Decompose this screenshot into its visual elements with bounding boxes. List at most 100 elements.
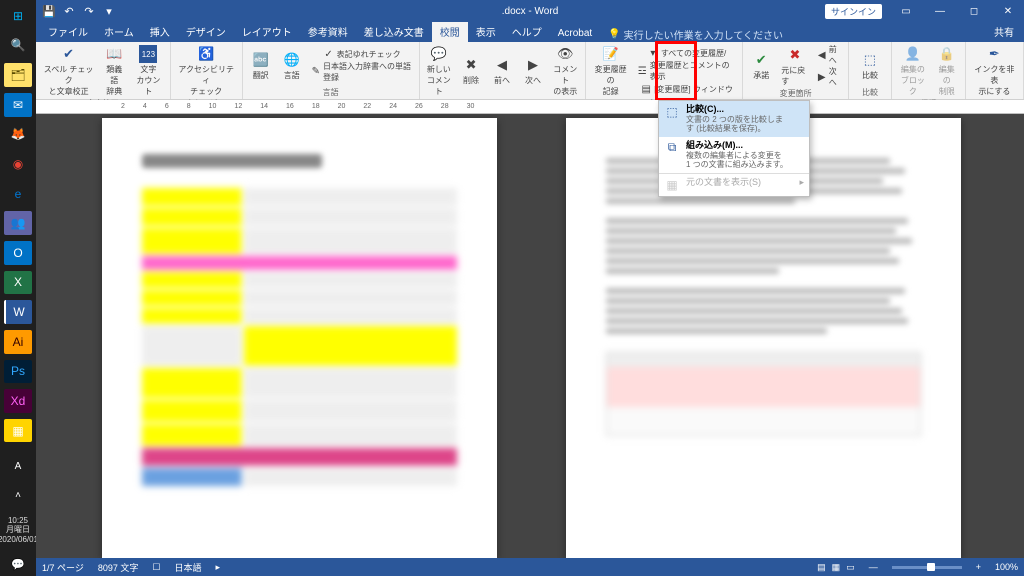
compare-icon: ⬚ [861, 51, 879, 69]
ribbon-options-icon[interactable]: ▭ [890, 0, 922, 22]
mail-icon[interactable]: ✉ [4, 93, 32, 117]
zoom-slider[interactable] [892, 566, 962, 569]
close-icon[interactable]: ✕ [992, 0, 1024, 22]
accessibility-button[interactable]: ♿アクセシビリティ チェック [175, 44, 238, 98]
lock-icon: 🔒 [938, 45, 956, 63]
maximize-icon[interactable]: ◻ [958, 0, 990, 22]
thesaurus-button[interactable]: 📖類義語 辞典 [100, 44, 128, 98]
start-icon[interactable]: ⊞ [4, 4, 32, 28]
firefox-icon[interactable]: 🦊 [4, 123, 32, 147]
spellcheck-button[interactable]: ✔スペル チェック と文章校正 [40, 44, 97, 98]
notifications-icon[interactable]: 💬 [4, 552, 32, 576]
tab-mailings[interactable]: 差し込み文書 [356, 21, 432, 42]
view-buttons: ▤ ▦ ▭ [817, 562, 855, 573]
hide-ink-button[interactable]: ✒インクを非表 示にする [970, 44, 1019, 98]
next-change-icon: ▶ [817, 71, 827, 83]
notation-check-button[interactable]: ✓表記ゆれチェック [309, 49, 415, 61]
thesaurus-icon: 📖 [105, 45, 123, 63]
group-compare-label: 比較 [853, 87, 887, 99]
next-comment-button[interactable]: ▶次へ [519, 44, 547, 98]
tab-insert[interactable]: 挿入 [142, 21, 178, 42]
track-changes-button[interactable]: 📝変更履歴の 記録 [590, 44, 632, 98]
show-markup-button[interactable]: ☲変更履歴とコメントの表示 [635, 60, 738, 82]
zoom-level[interactable]: 100% [995, 562, 1018, 572]
excel-icon[interactable]: X [4, 271, 32, 295]
page-1 [102, 118, 497, 558]
ime-register-button[interactable]: ✎日本語入力辞書への単語登録 [309, 61, 415, 83]
search-icon[interactable]: 🔍 [4, 34, 32, 58]
edge-icon[interactable]: e [4, 182, 32, 206]
block-authors-button[interactable]: 👤編集の ブロック [896, 44, 930, 98]
tray-up-icon[interactable]: ˄ [4, 484, 32, 508]
clock[interactable]: 10:25 月曜日 2020/06/01 [0, 514, 38, 547]
read-mode-icon[interactable]: ▤ [817, 562, 826, 573]
windows-taskbar: ⊞ 🔍 🗂 ✉ 🦊 ◉ e 👥 O X W Ai Ps Xd ▦ A ˄ 10:… [0, 0, 36, 576]
chrome-icon[interactable]: ◉ [4, 152, 32, 176]
show-comments-button[interactable]: 👁コメント の表示 [550, 44, 580, 98]
ruler[interactable]: 24681012141618202224262830 [36, 100, 1024, 114]
document-canvas[interactable] [36, 114, 1024, 558]
prev-change-icon: ◀ [817, 49, 827, 61]
photoshop-icon[interactable]: Ps [4, 360, 32, 384]
reject-icon: ✖ [786, 46, 804, 64]
tab-acrobat[interactable]: Acrobat [550, 25, 600, 42]
word-window: 💾 ↶ ↷ ▾ .docx - Word サインイン ▭ — ◻ ✕ ファイル … [36, 0, 1024, 576]
tab-review[interactable]: 校閲 [432, 21, 468, 42]
ime-icon[interactable]: A [4, 454, 32, 478]
zoom-out-icon[interactable]: — [869, 562, 878, 572]
save-icon[interactable]: 💾 [42, 4, 56, 18]
outlook-icon[interactable]: O [4, 241, 32, 265]
macro-icon[interactable]: ▸ [215, 562, 220, 573]
accept-button[interactable]: ✔承諾 [747, 44, 775, 88]
delete-comment-button[interactable]: ✖削除 [457, 44, 485, 98]
reject-button[interactable]: ✖元に戻す [778, 44, 812, 88]
signin-button[interactable]: サインイン [825, 4, 882, 19]
prev-icon: ◀ [493, 56, 511, 74]
proof-icon[interactable]: ☐ [152, 562, 160, 573]
compare-menu-item[interactable]: ⬚ 比較(C)...文書の 2 つの版を比較します (比較結果を保存)。 [659, 101, 809, 137]
statusbar: 1/7 ページ 8097 文字 ☐ 日本語 ▸ ▤ ▦ ▭ — + 100% [36, 558, 1024, 576]
tab-help[interactable]: ヘルプ [504, 21, 550, 42]
combine-menu-item[interactable]: ⧉ 組み込み(M)...複数の編集者による変更を1 つの文書に組み込みます。 [659, 137, 809, 173]
tab-view[interactable]: 表示 [468, 21, 504, 42]
tab-file[interactable]: ファイル [40, 21, 96, 42]
web-layout-icon[interactable]: ▭ [846, 562, 855, 573]
tell-me[interactable]: 💡実行したい作業を入力してください [608, 27, 783, 42]
compare-button[interactable]: ⬚比較 [853, 44, 887, 87]
tab-home[interactable]: ホーム [96, 21, 142, 42]
illustrator-icon[interactable]: Ai [4, 330, 32, 354]
prev-change-button[interactable]: ◀前へ [815, 44, 844, 66]
language-button[interactable]: 🌐言語 [278, 44, 306, 87]
minimize-icon[interactable]: — [924, 0, 956, 22]
teams-icon[interactable]: 👥 [4, 211, 32, 235]
tab-references[interactable]: 参考資料 [300, 21, 356, 42]
share-button[interactable]: 共有 [984, 21, 1024, 42]
restrict-editing-button[interactable]: 🔒編集の 制限 [933, 44, 961, 98]
zoom-in-icon[interactable]: + [976, 562, 981, 572]
word-icon[interactable]: W [4, 300, 32, 324]
prev-comment-button[interactable]: ◀前へ [488, 44, 516, 98]
display-review-button[interactable]: ▾すべての変更履歴/ [635, 47, 738, 59]
explorer-icon[interactable]: 🗂 [4, 63, 32, 87]
translate-icon: 🔤 [252, 51, 270, 69]
word-count[interactable]: 8097 文字 [98, 561, 139, 574]
tab-design[interactable]: デザイン [178, 21, 234, 42]
app-icon[interactable]: ▦ [4, 419, 32, 443]
wordcount-button[interactable]: 123文字 カウント [131, 44, 165, 98]
reviewing-pane-button[interactable]: ▤[変更履歴] ウィンドウ [635, 83, 738, 95]
ink-icon: ✒ [985, 45, 1003, 63]
xd-icon[interactable]: Xd [4, 389, 32, 413]
language-status[interactable]: 日本語 [174, 561, 201, 574]
new-comment-button[interactable]: 💬新しい コメント [424, 44, 454, 98]
qat-more-icon[interactable]: ▾ [102, 4, 116, 18]
page-count[interactable]: 1/7 ページ [42, 561, 84, 574]
translate-button[interactable]: 🔤翻訳 [247, 44, 275, 87]
redo-icon[interactable]: ↷ [82, 4, 96, 18]
undo-icon[interactable]: ↶ [62, 4, 76, 18]
markup-icon: ☲ [637, 65, 648, 77]
tab-layout[interactable]: レイアウト [234, 21, 300, 42]
ribbon: ✔スペル チェック と文章校正 📖類義語 辞典 123文字 カウント 文章校正 … [36, 42, 1024, 100]
show-icon: 👁 [556, 45, 574, 63]
next-change-button[interactable]: ▶次へ [815, 66, 844, 88]
print-layout-icon[interactable]: ▦ [832, 562, 841, 573]
